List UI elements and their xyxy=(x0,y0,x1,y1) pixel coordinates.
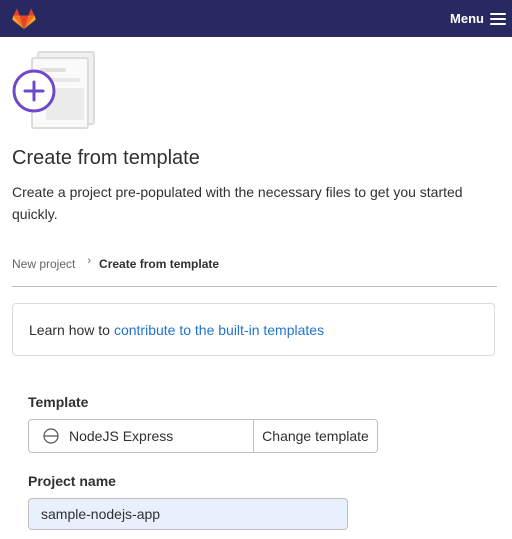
create-from-template-illustration xyxy=(12,51,95,129)
breadcrumb: New project › Create from template xyxy=(12,255,220,271)
contribute-templates-link[interactable]: contribute to the built-in templates xyxy=(114,322,324,338)
divider xyxy=(12,286,497,287)
top-navbar: Menu xyxy=(0,0,512,37)
breadcrumb-new-project[interactable]: New project xyxy=(12,257,75,271)
nodejs-template-icon xyxy=(43,428,59,444)
page-title: Create from template xyxy=(12,147,200,169)
change-template-button[interactable]: Change template xyxy=(254,420,377,452)
selected-template: NodeJS Express xyxy=(29,420,254,452)
project-name-label: Project name xyxy=(28,473,116,489)
breadcrumb-create-from-template: Create from template xyxy=(99,257,220,271)
project-name-input[interactable] xyxy=(28,498,348,530)
menu-button[interactable]: Menu xyxy=(450,11,506,26)
gitlab-logo-icon[interactable] xyxy=(12,8,36,30)
template-name: NodeJS Express xyxy=(69,428,174,444)
menu-label: Menu xyxy=(450,11,484,26)
template-label: Template xyxy=(28,394,89,410)
chevron-right-icon: › xyxy=(87,255,92,267)
info-text: Learn how to xyxy=(29,321,110,338)
hamburger-icon xyxy=(490,12,506,25)
info-box: Learn how to contribute to the built-in … xyxy=(12,303,495,356)
template-selector: NodeJS Express Change template xyxy=(28,419,378,453)
page-description: Create a project pre-populated with the … xyxy=(12,184,463,222)
